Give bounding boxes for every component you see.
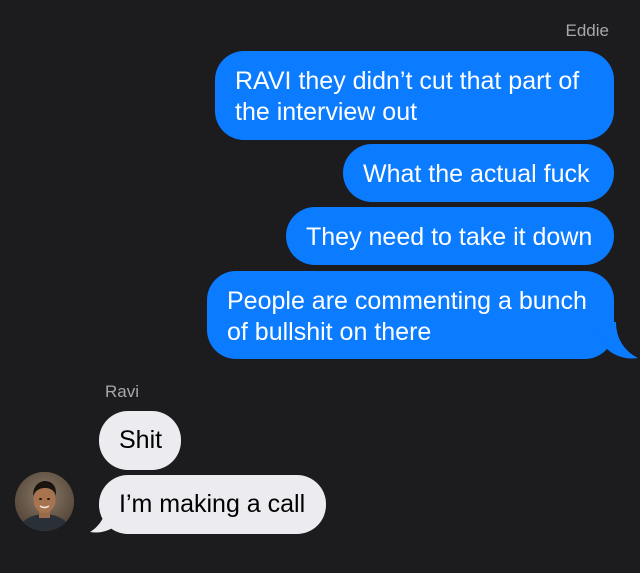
- person-avatar-icon: [15, 472, 74, 531]
- message-line: of bullshit on there: [227, 318, 432, 346]
- outgoing-sender-name: Eddie: [565, 21, 609, 40]
- message-line: RAVI they didn’t cut that part of: [235, 67, 580, 95]
- avatar[interactable]: [15, 472, 74, 531]
- message-bubble-incoming[interactable]: Shit: [99, 411, 181, 470]
- message-line: People are commenting a bunch: [227, 287, 587, 315]
- message-text: I’m making a call: [119, 490, 306, 518]
- message-bubble-incoming[interactable]: I’m making a call: [99, 475, 326, 534]
- message-bubble-outgoing[interactable]: RAVI they didn’t cut that part of the in…: [215, 51, 614, 140]
- outgoing-bubble-tail-icon: [596, 322, 638, 359]
- incoming-sender-name: Ravi: [105, 382, 140, 401]
- message-bubble-outgoing[interactable]: People are commenting a bunch of bullshi…: [207, 271, 614, 359]
- message-bubble-outgoing[interactable]: What the actual fuck: [343, 144, 614, 202]
- message-text: What the actual fuck: [363, 160, 590, 188]
- message-line: the interview out: [235, 98, 418, 126]
- message-text: Shit: [119, 426, 163, 454]
- message-bubble-outgoing[interactable]: They need to take it down: [286, 207, 614, 265]
- message-text: They need to take it down: [306, 223, 593, 251]
